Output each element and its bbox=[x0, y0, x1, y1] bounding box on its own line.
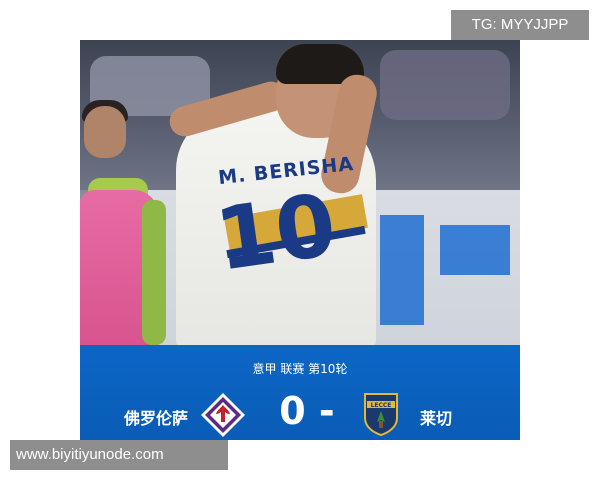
stadium-seats bbox=[380, 50, 510, 120]
match-score: 0 - 1 bbox=[279, 389, 335, 440]
fiorentina-crest-icon bbox=[201, 393, 245, 437]
steward-arm bbox=[142, 200, 166, 345]
page: M. BERISHA 10 意甲 联赛 第10轮 佛罗伦萨 0 - 1 LECC… bbox=[0, 0, 600, 480]
steward-head bbox=[84, 106, 126, 158]
lecce-crest-text: LECCE bbox=[371, 402, 392, 409]
advertising-board-graphic bbox=[440, 225, 510, 275]
site-watermark: www.biyitiyunode.com bbox=[10, 440, 228, 470]
league-round: 意甲 联赛 第10轮 bbox=[252, 362, 348, 376]
lecce-crest-icon: LECCE bbox=[364, 393, 398, 436]
away-team-name: 莱切 bbox=[420, 409, 453, 428]
advertising-board-graphic bbox=[380, 215, 424, 325]
match-graphic: M. BERISHA 10 意甲 联赛 第10轮 佛罗伦萨 0 - 1 LECC… bbox=[80, 40, 520, 440]
telegram-watermark: TG: MYYJJPP bbox=[451, 10, 589, 40]
score-banner: 意甲 联赛 第10轮 佛罗伦萨 0 - 1 LECCE 莱切 bbox=[80, 345, 520, 440]
shirt-number: 10 bbox=[209, 175, 343, 291]
home-team-name: 佛罗伦萨 bbox=[124, 409, 189, 428]
match-photo: M. BERISHA 10 bbox=[80, 40, 520, 345]
